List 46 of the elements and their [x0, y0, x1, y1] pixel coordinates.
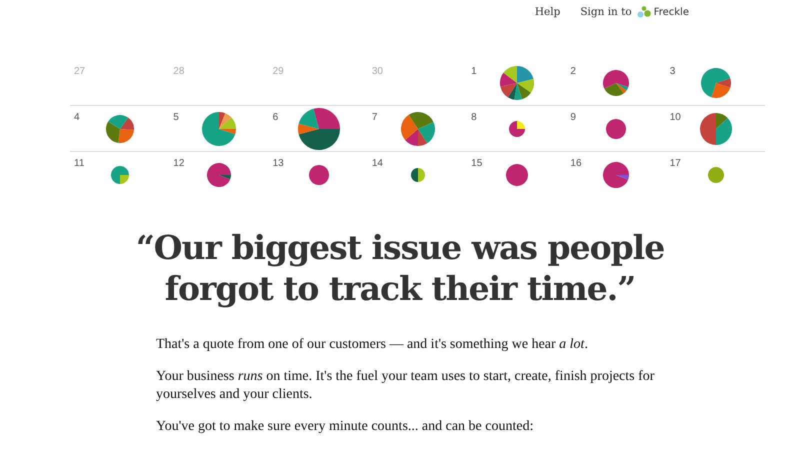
day-number: 3: [670, 66, 676, 77]
day-number: 8: [471, 112, 477, 123]
pie-chart-drawing: [700, 112, 732, 144]
pie-chart-drawing: [106, 114, 134, 142]
day-number: 1: [471, 66, 477, 77]
day-number: 29: [272, 66, 284, 77]
pie-chart-drawing: [603, 162, 630, 188]
day-number: 7: [372, 112, 378, 123]
pie-chart-drawing: [506, 164, 528, 186]
day-number: 5: [173, 112, 179, 123]
day-number: 14: [372, 158, 383, 169]
day-number: 11: [74, 158, 84, 169]
day-number: 10: [670, 112, 681, 123]
day-number: 27: [74, 66, 86, 77]
help-link[interactable]: Help: [534, 6, 560, 18]
day-number: 2: [570, 66, 576, 77]
body-paragraph: Your business runs on time. It's the fuel your team uses to start, create, finish projects for yourselves and your clients.: [156, 368, 656, 404]
day-number: 4: [74, 112, 80, 123]
pie-chart-drawing: [606, 118, 626, 138]
pie-chart-drawing: [708, 166, 724, 182]
day-number: 6: [272, 112, 278, 123]
pie-chart-drawing: [298, 108, 340, 150]
pie-chart-drawing: [700, 68, 731, 98]
body-paragraph: You've got to make sure every minute counts... and can be counted:: [156, 418, 534, 436]
day-number: 30: [372, 66, 383, 77]
day-number: 9: [570, 112, 576, 123]
day-number: 12: [173, 158, 184, 169]
body-paragraph: That's a quote from one of our customers — and it's something we hear a lot.: [156, 336, 589, 354]
day-number: 28: [173, 66, 184, 77]
dots-logo-icon[interactable]: [636, 6, 651, 18]
pie-chart-drawing: [400, 112, 435, 146]
pie-chart-drawing: [603, 70, 630, 96]
pie-chart-drawing: [202, 112, 236, 146]
pie-chart-drawing: [500, 66, 534, 100]
day-number: 17: [670, 158, 681, 169]
pie-chart-drawing: [410, 168, 425, 182]
pie-chart-drawing: [308, 164, 329, 184]
day-number: 16: [570, 158, 582, 169]
brand-link[interactable]: Freckle: [654, 6, 689, 18]
pull-quote: “Our biggest issue was people forgot to track their time.”: [134, 227, 666, 309]
pie-chart-drawing: [509, 120, 526, 136]
day-number: 13: [272, 158, 284, 169]
day-number: 15: [471, 158, 482, 169]
sign-in-link[interactable]: Sign in to: [580, 6, 632, 18]
pie-chart-drawing: [207, 162, 232, 186]
pie-chart-drawing: [111, 166, 129, 184]
